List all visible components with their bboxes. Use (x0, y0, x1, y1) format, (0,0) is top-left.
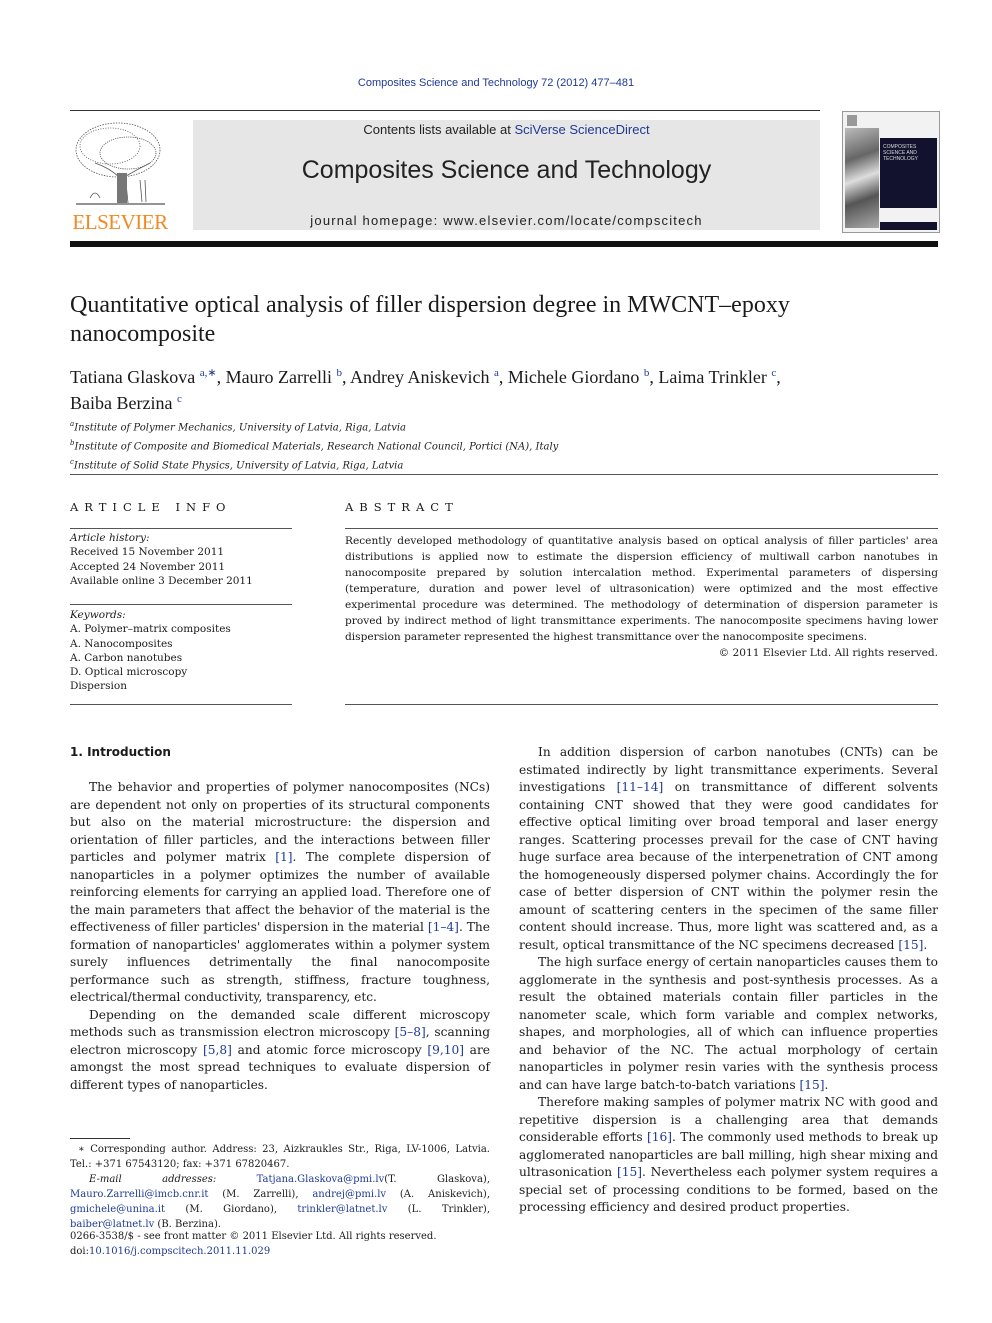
email-link[interactable]: Tatjana.Glaskova@pmi.lv (257, 1174, 385, 1185)
text-run: . (923, 937, 928, 952)
email-label: E-mail addresses: (89, 1174, 257, 1185)
citation-link[interactable]: [5–8] (395, 1025, 426, 1039)
sciencedirect-link[interactable]: SciVerse ScienceDirect (514, 122, 649, 137)
author-affiliation-mark[interactable]: c (177, 393, 182, 405)
front-matter: 0266-3538/$ - see front matter © 2011 El… (70, 1230, 490, 1259)
cover-title: COMPOSITES SCIENCE AND TECHNOLOGY (883, 144, 919, 162)
cover-logo-icon (847, 115, 857, 126)
author[interactable]: Laima Trinkler c, (658, 367, 780, 387)
elsevier-tree-icon (70, 118, 170, 210)
article-history: Article history: Received 15 November 20… (70, 531, 292, 588)
paragraph: The behavior and properties of polymer n… (70, 779, 490, 1007)
citation-link[interactable]: [15] (617, 1165, 642, 1179)
email-link[interactable]: Mauro.Zarrelli@imcb.cnr.it (70, 1189, 208, 1200)
email-link[interactable]: baiber@latnet.lv (70, 1219, 154, 1230)
journal-title: Composites Science and Technology (301, 156, 712, 184)
author[interactable]: Michele Giordano b, (508, 367, 658, 387)
citation-link[interactable]: [5,8] (203, 1043, 232, 1057)
author-affiliation-mark[interactable]: a,∗ (200, 367, 217, 379)
homepage-prefix: journal homepage: (310, 213, 444, 228)
affiliation: cInstitute of Solid State Physics, Unive… (70, 457, 404, 471)
text-run: The high surface energy of certain nanop… (519, 955, 938, 1092)
history-accepted: Accepted 24 November 2011 (70, 560, 226, 573)
email-link[interactable]: gmichele@unina.it (70, 1204, 165, 1215)
keyword: A. Nanocomposites (70, 637, 173, 650)
paragraph: Therefore making samples of polymer matr… (519, 1094, 938, 1217)
section-heading-introduction: 1. Introduction (70, 745, 171, 759)
citation-link[interactable]: [16] (647, 1130, 672, 1144)
journal-masthead: Contents lists available at SciVerse Sci… (193, 120, 820, 230)
keyword: Dispersion (70, 680, 127, 693)
keywords-label: Keywords: (70, 609, 126, 621)
abstract-text: Recently developed methodology of quanti… (345, 535, 938, 643)
author-list: Tatiana Glaskova a,∗, Mauro Zarrelli b, … (70, 362, 930, 414)
journal-cover-thumbnail[interactable]: COMPOSITES SCIENCE AND TECHNOLOGY (842, 111, 940, 233)
email-link[interactable]: trinkler@latnet.lv (297, 1204, 387, 1215)
abstract: Recently developed methodology of quanti… (345, 533, 938, 661)
author[interactable]: Mauro Zarrelli b, (226, 367, 350, 387)
doi-line: doi:10.1016/j.compscitech.2011.11.029 (70, 1245, 271, 1257)
abstract-copyright: © 2011 Elsevier Ltd. All rights reserved… (718, 647, 938, 659)
history-label: Article history: (70, 532, 150, 544)
author[interactable]: Andrey Aniskevich a, (350, 367, 508, 387)
keyword: A. Carbon nanotubes (70, 651, 183, 664)
footnote-rule (70, 1138, 130, 1139)
citation-link[interactable]: [1] (275, 850, 292, 864)
author[interactable]: Tatiana Glaskova a,∗, (70, 367, 226, 387)
keywords-rule (70, 604, 292, 605)
paragraph: In addition dispersion of carbon nanotub… (519, 744, 938, 954)
cover-image (845, 128, 879, 228)
keyword: A. Polymer–matrix composites (70, 623, 231, 636)
header-thick-rule (70, 241, 938, 247)
abstract-bottom-rule (345, 704, 938, 705)
text-run: and atomic force microscopy (231, 1042, 428, 1057)
footnotes: ∗ Corresponding author. Address: 23, Aiz… (70, 1142, 490, 1232)
author[interactable]: Baiba Berzina c (70, 393, 182, 413)
contents-prefix: Contents lists available at (363, 122, 515, 137)
header-rule (70, 110, 820, 111)
article-info-bottom-rule (70, 704, 292, 705)
history-received: Received 15 November 2011 (70, 546, 225, 559)
affiliations: aInstitute of Polymer Mechanics, Univers… (70, 417, 930, 473)
elsevier-wordmark: ELSEVIER (72, 210, 168, 234)
citation-link[interactable]: [1–4] (428, 920, 459, 934)
body-column-left: The behavior and properties of polymer n… (70, 779, 490, 1094)
citation-link[interactable]: [11–14] (617, 780, 664, 794)
affiliation: bInstitute of Composite and Biomedical M… (70, 438, 559, 453)
article-title: Quantitative optical analysis of filler … (70, 292, 790, 347)
doi-link[interactable]: 10.1016/j.compscitech.2011.11.029 (89, 1246, 270, 1257)
section-divider (70, 474, 938, 475)
email-addresses: E-mail addresses: Tatjana.Glaskova@pmi.l… (70, 1174, 490, 1230)
paragraph: The high surface energy of certain nanop… (519, 954, 938, 1094)
journal-citation[interactable]: Composites Science and Technology 72 (20… (0, 77, 992, 89)
homepage-link[interactable]: www.elsevier.com/locate/compscitech (443, 213, 702, 228)
body-column-right: In addition dispersion of carbon nanotub… (519, 744, 938, 1217)
cover-footer-band (880, 222, 937, 230)
article-info-heading: ARTICLE INFO (70, 500, 232, 514)
article-info-rule (70, 528, 292, 529)
issn-line: 0266-3538/$ - see front matter © 2011 El… (70, 1231, 437, 1242)
affiliation: aInstitute of Polymer Mechanics, Univers… (70, 420, 406, 434)
abstract-rule (345, 528, 938, 529)
keyword: D. Optical microscopy (70, 666, 188, 679)
history-online: Available online 3 December 2011 (70, 574, 253, 587)
abstract-heading: ABSTRACT (345, 500, 459, 514)
citation-link[interactable]: [9,10] (427, 1043, 464, 1057)
homepage-line: journal homepage: www.elsevier.com/locat… (193, 213, 820, 228)
keywords: Keywords: A. Polymer–matrix composites A… (70, 608, 292, 694)
text-run: on transmittance of different solvents c… (519, 780, 938, 952)
citation-link[interactable]: [15] (799, 1078, 824, 1092)
citation-link[interactable]: [15] (898, 938, 923, 952)
paragraph: Depending on the demanded scale differen… (70, 1007, 490, 1095)
email-link[interactable]: andrej@pmi.lv (312, 1189, 386, 1200)
corresponding-author-note: ∗ Corresponding author. Address: 23, Aiz… (70, 1144, 490, 1170)
contents-line: Contents lists available at SciVerse Sci… (193, 122, 820, 137)
elsevier-logo[interactable]: ELSEVIER (70, 118, 170, 234)
text-run: . (824, 1077, 829, 1092)
